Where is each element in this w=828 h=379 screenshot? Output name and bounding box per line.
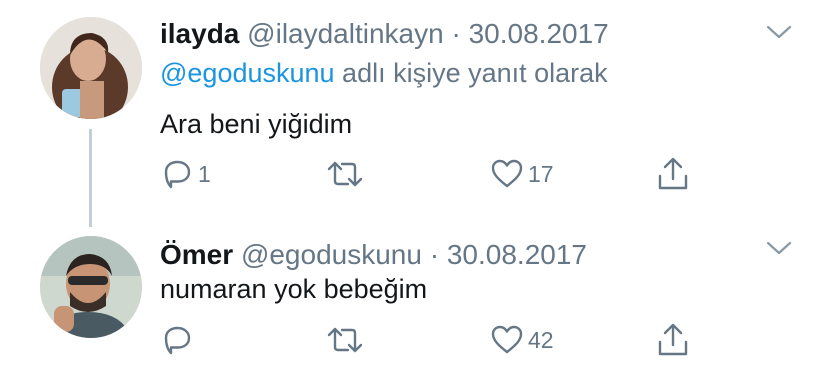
user-handle[interactable]: @ilaydaltinkayn [247,18,444,49]
retweet-button[interactable] [326,320,368,360]
avatar-photo-omer [40,236,142,338]
chevron-down-icon[interactable] [764,22,794,42]
heart-icon [491,159,523,188]
tweet-actions: 42 [160,320,720,360]
share-button[interactable] [656,320,690,360]
like-button[interactable]: 42 [490,320,554,360]
retweet-arrows-icon [327,327,363,353]
display-name[interactable]: ilayda [160,18,239,49]
thread-connector-line [89,129,92,227]
display-name[interactable]: Ömer [160,239,233,270]
tweet-header: Ömer @egoduskunu · 30.08.2017 [160,238,587,272]
tweet-text: Ara beni yiğidim [160,109,353,139]
reply-mention-link[interactable]: @egoduskunu [160,58,335,88]
avatar[interactable] [40,17,142,119]
reply-to-label: adlı kişiye yanıt olarak [334,58,608,88]
tweet-item[interactable]: ilayda @ilaydaltinkayn · 30.08.2017 @ego… [0,0,828,228]
share-upload-icon [658,157,688,190]
avatar[interactable] [40,236,142,338]
tweet-actions: 1 17 [160,154,720,194]
retweet-arrows-icon [327,161,363,187]
tweet-item[interactable]: Ömer @egoduskunu · 30.08.2017 numaran yo… [0,228,828,376]
like-button[interactable]: 17 [490,154,554,194]
replying-to: @egoduskunu adlı kişiye yanıt olarak [160,56,608,90]
user-handle[interactable]: @egoduskunu [241,239,422,270]
tweet-text: numaran yok bebeğim [160,274,428,304]
heart-icon [491,325,523,354]
separator-dot: · [429,239,440,270]
tweet-header: ilayda @ilaydaltinkayn · 30.08.2017 [160,17,609,51]
reply-button[interactable] [160,320,198,360]
speech-bubble-icon [164,160,191,189]
reply-button[interactable]: 1 [160,154,211,194]
chevron-down-icon[interactable] [764,238,794,258]
avatar-photo-ilayda [40,17,142,119]
retweet-button[interactable] [326,154,368,194]
tweet-date[interactable]: 30.08.2017 [447,239,587,270]
tweet-date[interactable]: 30.08.2017 [469,18,609,49]
share-upload-icon [658,323,688,356]
like-count: 42 [528,326,554,353]
like-count: 17 [528,160,554,187]
share-button[interactable] [656,154,690,194]
reply-count: 1 [198,160,211,187]
separator-dot: · [451,18,461,49]
speech-bubble-icon [164,326,191,355]
